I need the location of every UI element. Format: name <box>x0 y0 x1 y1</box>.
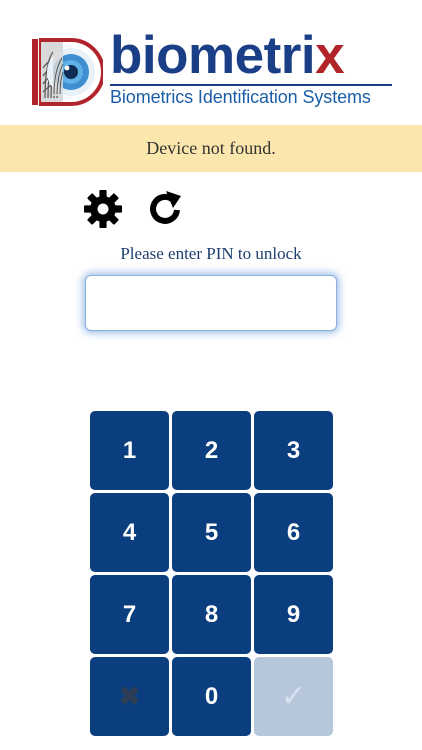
key-9[interactable]: 9 <box>254 575 333 654</box>
numeric-keypad: 1 2 3 4 5 6 7 8 9 ✖ 0 ✓ <box>90 411 333 736</box>
refresh-button[interactable] <box>146 189 186 229</box>
status-message: Device not found. <box>146 138 276 158</box>
brand-tagline: Biometrics Identification Systems <box>110 87 371 107</box>
fingerprint-eye-logo-icon <box>31 38 105 106</box>
pin-prompt: Please enter PIN to unlock <box>120 244 302 263</box>
key-5[interactable]: 5 <box>172 493 251 572</box>
checkmark-icon: ✓ <box>280 680 307 713</box>
key-2[interactable]: 2 <box>172 411 251 490</box>
key-6[interactable]: 6 <box>254 493 333 572</box>
key-8[interactable]: 8 <box>172 575 251 654</box>
key-4[interactable]: 4 <box>90 493 169 572</box>
brand-divider <box>110 84 392 86</box>
key-3[interactable]: 3 <box>254 411 333 490</box>
clear-icon: ✖ <box>118 681 141 711</box>
clear-button[interactable]: ✖ <box>90 657 169 736</box>
status-banner: Device not found. <box>0 125 422 172</box>
app-header: biometrix Biometrics Identification Syst… <box>0 0 422 125</box>
pin-input[interactable] <box>85 275 337 331</box>
key-7[interactable]: 7 <box>90 575 169 654</box>
key-1[interactable]: 1 <box>90 411 169 490</box>
gear-icon <box>83 189 123 229</box>
brand-name-accent: x <box>315 26 345 85</box>
refresh-icon <box>146 189 186 229</box>
settings-button[interactable] <box>83 189 123 229</box>
key-0[interactable]: 0 <box>172 657 251 736</box>
brand-name-main: biometri <box>110 26 316 85</box>
confirm-button[interactable]: ✓ <box>254 657 333 736</box>
brand-name: biometrix <box>110 26 345 85</box>
